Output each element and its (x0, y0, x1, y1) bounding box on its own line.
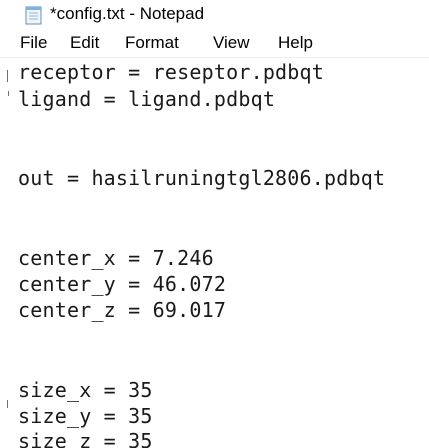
text-editor-area[interactable]: receptor = reseptor.pdbqt ligand = ligan… (0, 58, 429, 448)
menu-format[interactable]: Format (125, 33, 179, 53)
notepad-icon (25, 5, 43, 25)
selection-mark (7, 400, 8, 408)
text-line: center_x = 7.246 (18, 246, 214, 270)
selection-mark (8, 91, 9, 96)
text-line: center_y = 46.072 (18, 272, 227, 296)
text-line: size_y = 35 (18, 404, 153, 428)
text-line: size_x = 35 (18, 378, 153, 402)
title-bar[interactable]: *config.txt - Notepad (0, 0, 429, 30)
text-line: size_z = 35 (18, 429, 153, 448)
menu-help[interactable]: Help (278, 33, 313, 53)
selection-mark (7, 70, 8, 82)
text-line: center_z = 69.017 (18, 298, 227, 322)
window-title: *config.txt - Notepad (50, 4, 205, 23)
menu-file[interactable]: File (20, 33, 47, 53)
text-line: ligand = ligand.pdbqt (18, 87, 276, 111)
menu-view[interactable]: View (213, 33, 250, 53)
menu-edit[interactable]: Edit (70, 33, 99, 53)
text-line: out = hasilruningtgl2806.pdbqt (18, 166, 386, 190)
notepad-window: *config.txt - Notepad File Edit Format V… (0, 0, 429, 448)
menu-bar: File Edit Format View Help (0, 30, 429, 58)
text-line: receptor = reseptor.pdbqt (18, 60, 325, 84)
